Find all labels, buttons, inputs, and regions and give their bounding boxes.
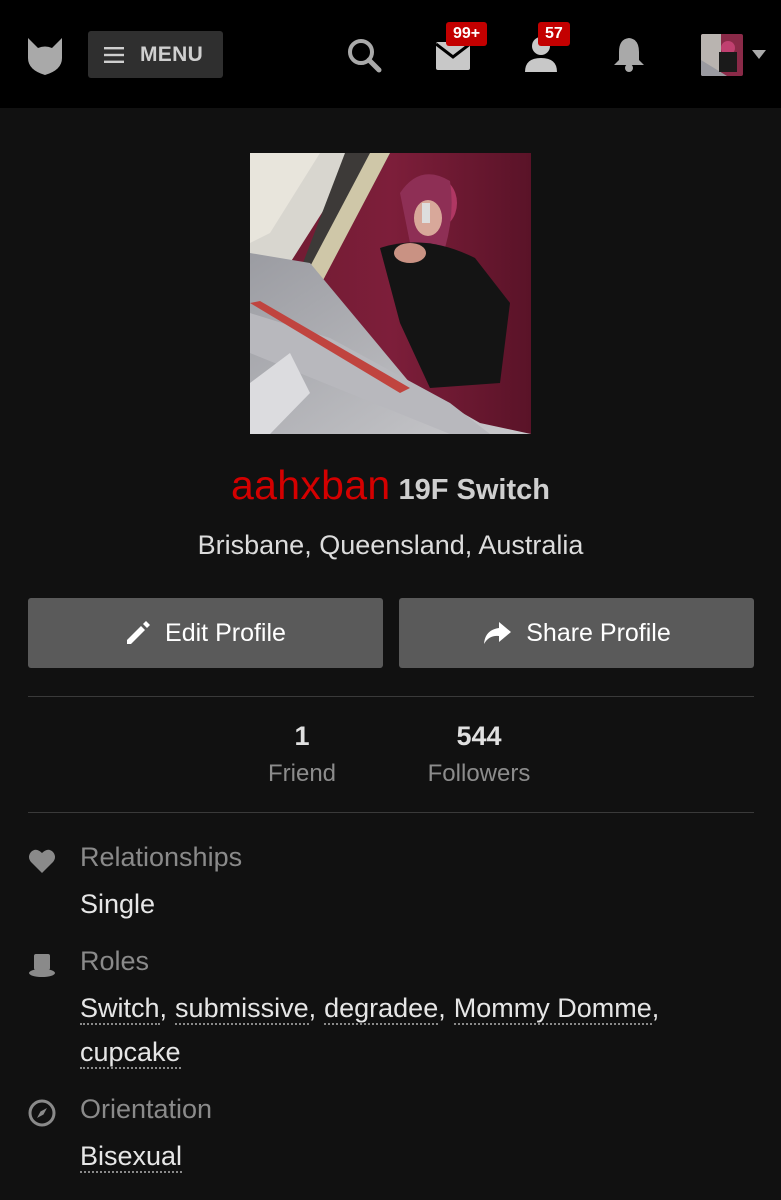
relationships-value: Single bbox=[80, 889, 156, 919]
edit-profile-button[interactable]: Edit Profile bbox=[28, 598, 383, 668]
orientation-link-bisexual[interactable]: Bisexual bbox=[80, 1141, 183, 1173]
site-logo-icon[interactable] bbox=[26, 36, 64, 76]
edit-profile-label: Edit Profile bbox=[165, 618, 286, 647]
friends-label: Friend bbox=[267, 760, 337, 787]
divider bbox=[28, 812, 754, 813]
compass-icon bbox=[28, 1099, 56, 1127]
user-avatar[interactable] bbox=[701, 34, 743, 76]
profile-photo[interactable] bbox=[250, 153, 531, 434]
orientation-title: Orientation bbox=[80, 1094, 213, 1124]
bell-icon[interactable] bbox=[612, 36, 646, 72]
followers-label: Followers bbox=[427, 760, 531, 787]
followers-count: 544 bbox=[456, 721, 502, 751]
relationships-title: Relationships bbox=[80, 842, 243, 872]
friends-count: 1 bbox=[294, 721, 310, 751]
role-link-degradee[interactable]: degradee bbox=[324, 993, 439, 1025]
heart-icon bbox=[29, 849, 55, 873]
top-navigation-bar: MENU 99+ 57 bbox=[0, 0, 781, 108]
role-link-mommy-domme[interactable]: Mommy Domme bbox=[453, 993, 652, 1025]
divider bbox=[28, 696, 754, 697]
menu-button[interactable]: MENU bbox=[88, 31, 223, 78]
menu-label: MENU bbox=[140, 42, 204, 66]
mail-icon[interactable] bbox=[436, 42, 470, 70]
user-badge: 57 bbox=[538, 22, 570, 46]
role-link-cupcake[interactable]: cupcake bbox=[80, 1037, 181, 1069]
roles-title: Roles bbox=[80, 946, 150, 976]
roles-list: Switch, submissive, degradee, Mommy Domme, c… bbox=[80, 993, 660, 1069]
top-hat-icon bbox=[29, 954, 55, 977]
profile-name-line: aahxban 19F Switch bbox=[0, 462, 781, 509]
share-arrow-icon bbox=[484, 622, 512, 644]
share-profile-label: Share Profile bbox=[526, 618, 671, 647]
share-profile-button[interactable]: Share Profile bbox=[399, 598, 754, 668]
friends-stat[interactable]: 1 Friend bbox=[242, 718, 362, 788]
chevron-down-icon[interactable] bbox=[752, 50, 766, 59]
profile-age-sex-role: 19F Switch bbox=[398, 474, 550, 506]
pencil-icon bbox=[127, 621, 151, 644]
role-link-submissive[interactable]: submissive bbox=[175, 993, 309, 1025]
role-link-switch[interactable]: Switch bbox=[80, 993, 160, 1025]
mail-badge: 99+ bbox=[446, 22, 488, 46]
hamburger-icon bbox=[104, 46, 124, 63]
profile-username[interactable]: aahxban bbox=[231, 462, 390, 508]
search-icon[interactable] bbox=[346, 37, 382, 73]
followers-stat[interactable]: 544 Followers bbox=[404, 718, 554, 788]
profile-location: Brisbane, Queensland, Australia bbox=[197, 530, 584, 560]
orientation-value: Bisexual bbox=[80, 1134, 183, 1178]
